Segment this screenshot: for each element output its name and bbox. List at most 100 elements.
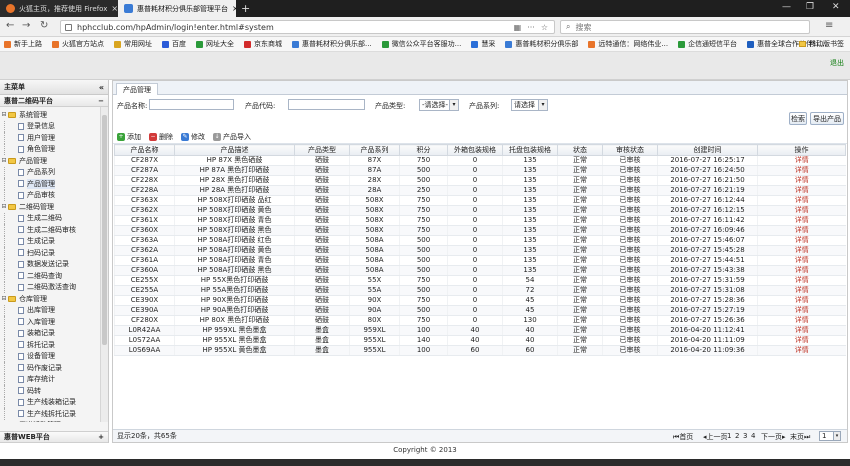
details-link[interactable]: 详情: [757, 225, 846, 236]
url-text[interactable]: hphcclub.com/hpAdmin/login!enter.html#sy…: [77, 23, 514, 32]
sidebar-item[interactable]: 设备管理: [0, 350, 108, 362]
details-link[interactable]: 详情: [757, 205, 846, 216]
table-row[interactable]: CF361X HP 508X打印硒鼓 青色 硒鼓 508X 750 0 135 正常 已审核 20…: [114, 215, 846, 226]
bookmark-item[interactable]: 慧采: [471, 39, 495, 49]
maximize-button[interactable]: ❐: [806, 2, 814, 12]
bookmark-item[interactable]: 微信公众平台客服功...: [381, 39, 461, 49]
table-row[interactable]: CF363X HP 508X打印硒鼓 品红 硒鼓 508X 750 0 135 正常 已审核 20…: [114, 195, 846, 206]
table-row[interactable]: CE255X HP 55X黑色打印硒鼓 硒鼓 55X 750 0 54 正常 已审核 2016-0…: [114, 275, 846, 286]
table-row[interactable]: CF361A HP 508A打印硒鼓 青色 硒鼓 508A 500 0 135 正常 已审核 20…: [114, 255, 846, 266]
sidebar-item[interactable]: 入库管理: [0, 316, 108, 328]
browser-tab-admin[interactable]: 惠普耗材积分俱乐部管理平台 ×: [118, 0, 236, 17]
product-name-input[interactable]: [149, 99, 234, 110]
sidebar-item[interactable]: 产品管理: [0, 178, 108, 190]
sidebar-item[interactable]: 生产线拆托记录: [0, 408, 108, 420]
table-row[interactable]: CF360X HP 508X打印硒鼓 黑色 硒鼓 508X 750 0 135 正常 已审核 20…: [114, 225, 846, 236]
table-row[interactable]: CF287A HP 87A 黑色打印硒鼓 硒鼓 87A 500 0 135 正常 已审核 2016…: [114, 165, 846, 176]
details-link[interactable]: 详情: [757, 265, 846, 276]
column-header[interactable]: 创建时间: [657, 144, 758, 156]
sidebar-folder[interactable]: ⊟ 仓库管理: [0, 293, 108, 305]
column-header[interactable]: 积分: [399, 144, 448, 156]
sidebar-folder[interactable]: ⊟ 系统管理: [0, 109, 108, 121]
product-type-select[interactable]: -请选择- ▾: [419, 99, 459, 111]
details-link[interactable]: 详情: [757, 215, 846, 226]
bookmark-item[interactable]: 网址大全: [196, 39, 234, 49]
close-window-button[interactable]: ✕: [832, 2, 840, 12]
details-link[interactable]: 详情: [757, 295, 846, 306]
bookmark-item[interactable]: 火狐官方站点: [52, 39, 104, 49]
details-link[interactable]: 详情: [757, 335, 846, 346]
import-button[interactable]: ↓ 产品导入: [213, 132, 251, 142]
bookmark-item[interactable]: 惠普耗材积分俱乐部...: [292, 39, 372, 49]
details-link[interactable]: 详情: [757, 245, 846, 256]
minimize-button[interactable]: —: [782, 2, 791, 12]
sidebar-group-qrcode-platform[interactable]: 惠普二维码平台 −: [0, 95, 108, 107]
more-icon[interactable]: ···: [527, 23, 535, 32]
first-page-link[interactable]: ⏮首页: [673, 432, 693, 442]
delete-button[interactable]: − 删除: [149, 132, 173, 142]
sidebar-item[interactable]: 二维码激活查询: [0, 281, 108, 293]
expand-icon[interactable]: ⊟: [0, 295, 8, 302]
page-link-2[interactable]: 2: [735, 432, 739, 440]
details-link[interactable]: 详情: [757, 345, 846, 356]
bookmark-item[interactable]: 百度: [162, 39, 186, 49]
table-row[interactable]: CF363A HP 508A打印硒鼓 红色 硒鼓 508A 500 0 135 正常 已审核 20…: [114, 235, 846, 246]
search-bar[interactable]: ⌕ 搜索: [560, 20, 810, 34]
details-link[interactable]: 详情: [757, 165, 846, 176]
column-header[interactable]: 产品名称: [114, 144, 175, 156]
sidebar-item[interactable]: 产品系列: [0, 166, 108, 178]
sidebar-scrollbar[interactable]: [100, 107, 108, 422]
table-row[interactable]: CF228A HP 28A 黑色打印硒鼓 硒鼓 28A 250 0 135 正常 已审核 2016…: [114, 185, 846, 196]
details-link[interactable]: 详情: [757, 285, 846, 296]
column-header[interactable]: 操作: [757, 144, 846, 156]
sidebar-item[interactable]: 生成记录: [0, 235, 108, 247]
forward-icon[interactable]: →: [22, 20, 30, 31]
mobile-bookmarks[interactable]: 移动版书签: [799, 39, 844, 49]
details-link[interactable]: 详情: [757, 305, 846, 316]
sidebar-item[interactable]: 库存统计: [0, 373, 108, 385]
sidebar-item[interactable]: 码转: [0, 385, 108, 397]
page-link-3[interactable]: 3: [743, 432, 747, 440]
details-link[interactable]: 详情: [757, 235, 846, 246]
search-button[interactable]: 检索: [789, 112, 807, 125]
expand-icon[interactable]: ⊟: [0, 111, 8, 118]
bookmark-item[interactable]: 惠普耗材积分俱乐部: [505, 39, 578, 49]
scrollbar-thumb[interactable]: [102, 115, 107, 345]
plus-icon[interactable]: +: [98, 433, 104, 441]
expand-icon[interactable]: ⊟: [0, 203, 8, 210]
bookmark-item[interactable]: 远特通信：网络伟业...: [588, 39, 668, 49]
table-row[interactable]: CF280X HP 80X 黑色打印硒鼓 硒鼓 80X 750 0 130 正常 已审核 2016…: [114, 315, 846, 326]
sidebar-item[interactable]: 角色管理: [0, 143, 108, 155]
bookmark-item[interactable]: 京东商城: [244, 39, 282, 49]
bookmark-item[interactable]: 常用网址: [114, 39, 152, 49]
bookmark-item[interactable]: 企信通短信平台: [678, 39, 737, 49]
table-row[interactable]: CE255A HP 55A黑色打印硒鼓 硒鼓 55A 500 0 72 正常 已审核 2016-0…: [114, 285, 846, 296]
bookmark-item[interactable]: 新手上路: [4, 39, 42, 49]
menu-icon[interactable]: ≡: [825, 20, 833, 31]
prev-page-link[interactable]: ◂上一页: [703, 432, 728, 442]
add-button[interactable]: + 添加: [117, 132, 141, 142]
qr-icon[interactable]: ▦: [514, 23, 522, 32]
sidebar-folder[interactable]: ⊟渠道活动管理: [0, 420, 108, 422]
sidebar-item[interactable]: 产品审核: [0, 189, 108, 201]
close-icon[interactable]: ×: [228, 4, 236, 13]
tab-product-management[interactable]: 产品管理: [116, 83, 158, 95]
page-link-4[interactable]: 4: [751, 432, 755, 440]
expand-icon[interactable]: ⊟: [0, 157, 8, 164]
table-row[interactable]: CF228X HP 28X 黑色打印硒鼓 硒鼓 28X 500 0 135 正常 已审核 2016…: [114, 175, 846, 186]
table-row[interactable]: L0S72AA HP 955XL 黑色墨盒 墨盒 955XL 140 40 40 正常 已审核 2…: [114, 335, 846, 346]
edit-button[interactable]: ✎ 修改: [181, 132, 205, 142]
sidebar-item[interactable]: 生成二维码: [0, 212, 108, 224]
sidebar-item[interactable]: 出库管理: [0, 304, 108, 316]
sidebar-item[interactable]: 装箱记录: [0, 327, 108, 339]
back-icon[interactable]: ←: [6, 20, 14, 31]
sidebar-item[interactable]: 扫码记录: [0, 247, 108, 259]
sidebar-folder[interactable]: ⊟ 二维码管理: [0, 201, 108, 213]
sidebar-item[interactable]: 生成二维码审核: [0, 224, 108, 236]
details-link[interactable]: 详情: [757, 255, 846, 266]
column-header[interactable]: 外箱包装规格: [447, 144, 503, 156]
column-header[interactable]: 产品描述: [174, 144, 295, 156]
sidebar-item[interactable]: 生产线装箱记录: [0, 396, 108, 408]
reload-icon[interactable]: ↻: [40, 20, 48, 31]
details-link[interactable]: 详情: [757, 325, 846, 336]
